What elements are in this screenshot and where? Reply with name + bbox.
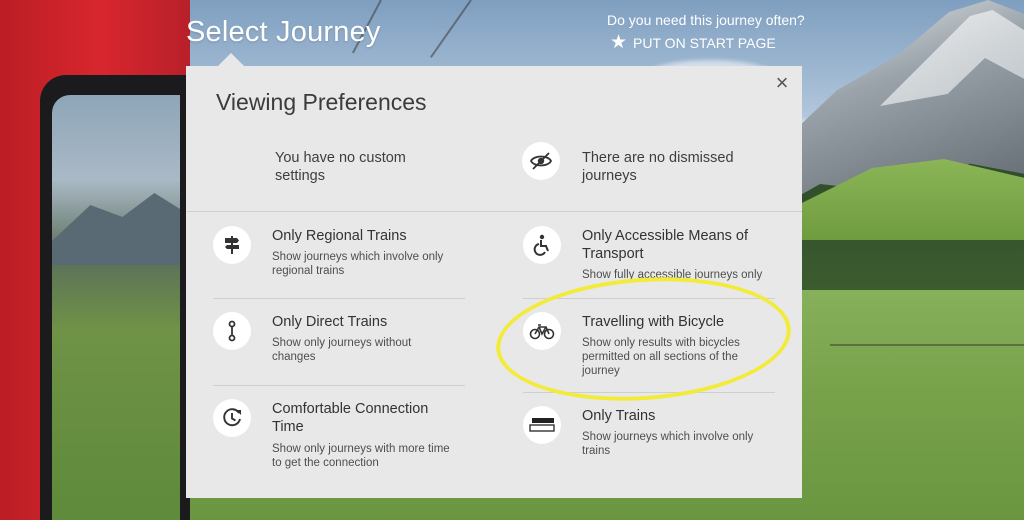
often-question: Do you need this journey often? <box>607 12 805 28</box>
divider <box>523 298 775 299</box>
accessible-icon <box>523 226 561 264</box>
option-description: Show fully accessible journeys only <box>582 269 763 281</box>
put-on-start-page-label: PUT ON START PAGE <box>633 34 776 51</box>
divider <box>213 298 465 299</box>
page-title: Select Journey <box>186 16 381 48</box>
divider <box>523 392 775 393</box>
train-window-reflection <box>52 95 180 520</box>
option-only-regional-trains[interactable]: Only Regional Trains Show journeys which… <box>213 226 483 286</box>
star-icon: ★ <box>610 32 628 53</box>
option-comfortable-connection-time[interactable]: Comfortable Connection Time Show only jo… <box>213 399 483 479</box>
bicycle-icon <box>523 312 561 350</box>
option-only-direct-trains[interactable]: Only Direct Trains Show only journeys wi… <box>213 312 483 372</box>
option-title: Only Regional Trains <box>272 228 407 244</box>
close-icon: × <box>775 70 789 95</box>
option-description: Show only journeys without changes <box>272 337 412 363</box>
divider <box>186 211 802 212</box>
option-title: Comfortable Connection Time <box>272 401 429 435</box>
clock-icon <box>213 399 251 437</box>
option-only-accessible-transport[interactable]: Only Accessible Means of Transport Show … <box>523 226 793 286</box>
title-pointer <box>218 53 244 66</box>
eye-crossed-icon <box>522 142 560 180</box>
option-description: Show journeys which involve only regiona… <box>272 251 444 277</box>
option-title: Only Direct Trains <box>272 314 388 330</box>
option-travelling-with-bicycle[interactable]: Travelling with Bicycle Show only result… <box>523 312 793 382</box>
dismissed-journeys-icon <box>522 142 560 180</box>
divider <box>213 385 465 386</box>
fence <box>830 344 1024 346</box>
option-title: Only Accessible Means of Transport <box>582 228 749 262</box>
train-icon <box>523 406 561 444</box>
viewing-preferences-panel: Viewing Preferences × You have no custom… <box>186 66 802 498</box>
signpost-icon <box>213 226 251 264</box>
option-title: Only Trains <box>582 408 656 424</box>
option-description: Show only results with bicycles permitte… <box>582 337 740 377</box>
panel-title: Viewing Preferences <box>216 89 427 115</box>
option-description: Show journeys which involve only trains <box>582 431 754 457</box>
dismissed-journeys-summary: There are no dismissed journeys <box>582 150 734 184</box>
direct-route-icon <box>213 312 251 350</box>
close-button[interactable]: × <box>771 72 793 94</box>
option-only-trains[interactable]: Only Trains Show journeys which involve … <box>523 406 793 466</box>
option-title: Travelling with Bicycle <box>582 314 725 330</box>
option-description: Show only journeys with more time to get… <box>272 443 450 469</box>
custom-settings-summary: You have no custom settings <box>275 150 406 184</box>
put-on-start-page-button[interactable]: ★ PUT ON START PAGE <box>610 33 776 52</box>
